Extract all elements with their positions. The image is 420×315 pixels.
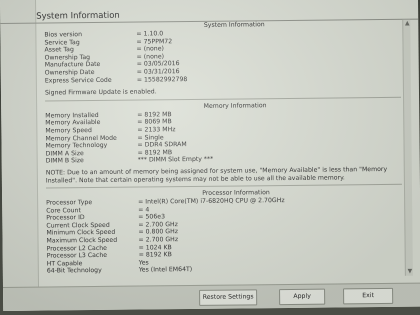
memory-note: NOTE: Due to an amount of memory being a… bbox=[45, 165, 388, 185]
settings-tree-panel[interactable] bbox=[0, 0, 40, 311]
bios-screen: System Information System Information Bi… bbox=[0, 0, 420, 311]
info-panel: System Information Bios version = 1.10.0 … bbox=[44, 20, 403, 281]
info-label: DIMM B Size bbox=[45, 157, 84, 165]
section-divider bbox=[45, 183, 402, 189]
vertical-scrollbar[interactable]: ▲ ▼ bbox=[402, 19, 414, 276]
section-divider bbox=[45, 96, 402, 102]
restore-settings-button[interactable]: Restore Settings bbox=[199, 289, 258, 306]
info-label: Express Service Code bbox=[44, 76, 112, 85]
scroll-down-icon[interactable]: ▼ bbox=[406, 268, 414, 276]
exit-button[interactable]: Exit bbox=[343, 287, 394, 305]
info-value: Yes (Intel EM64T) bbox=[138, 266, 193, 274]
button-bar: Restore Settings Apply Exit bbox=[3, 282, 420, 311]
monitor-bezel: System Information System Information Bi… bbox=[0, 0, 420, 315]
apply-button[interactable]: Apply bbox=[279, 288, 326, 306]
page-title: System Information bbox=[36, 10, 120, 22]
scroll-up-icon[interactable]: ▲ bbox=[403, 20, 411, 28]
info-label: 64-Bit Technology bbox=[46, 267, 102, 275]
